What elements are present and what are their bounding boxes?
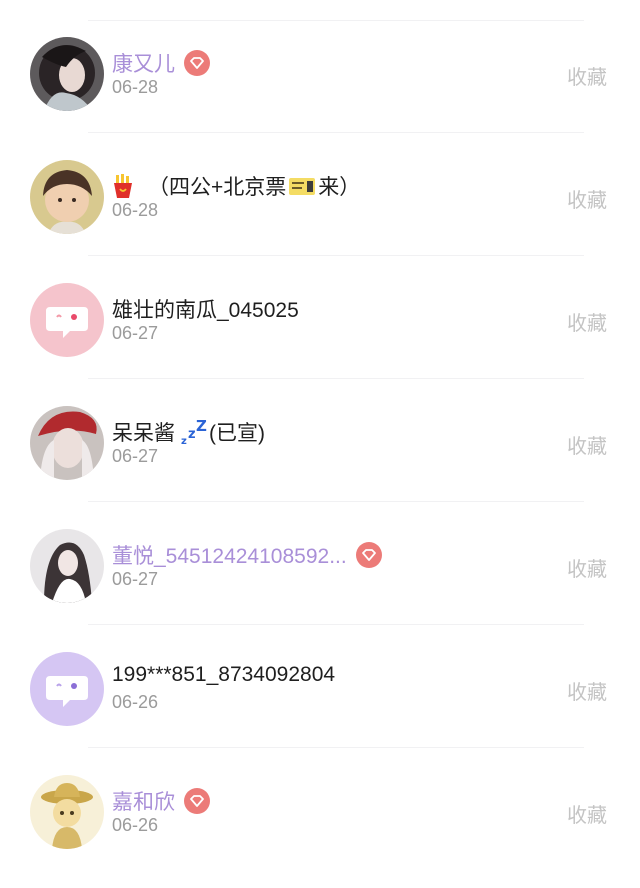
user-name[interactable]: 呆呆酱 z z Z (已宣) (112, 417, 265, 447)
list-item[interactable]: （四公+北京票 来） 06-28 收藏 (0, 133, 640, 256)
list-item[interactable]: 雄壮的南瓜_045025 06-27 收藏 (0, 256, 640, 379)
list-item[interactable]: 董悦_54512424108592... 06-27 收藏 (0, 502, 640, 625)
avatar[interactable] (30, 775, 104, 849)
user-name[interactable]: 康又儿 (112, 48, 210, 78)
user-name-text: （四公+北京票 (148, 176, 287, 199)
user-name-text: 董悦_54512424108592... (112, 545, 347, 568)
favorites-list: 康又儿 06-28 收藏 （四公+北京票 来） 06-28 收藏 雄壮的南瓜_0… (0, 10, 640, 888)
collect-button[interactable]: 收藏 (567, 184, 607, 213)
date: 06-27 (112, 446, 159, 466)
vip-diamond-icon (355, 542, 382, 568)
user-name-suffix: (已宣) (209, 422, 265, 445)
user-name-text: 呆呆酱 (112, 422, 175, 445)
fries-icon (114, 174, 132, 198)
collect-button[interactable]: 收藏 (567, 553, 607, 582)
user-name[interactable]: 嘉和欣 (112, 786, 210, 816)
user-name[interactable]: 雄壮的南瓜_045025 (112, 294, 299, 324)
list-item[interactable]: 呆呆酱 z z Z (已宣) 06-27 收藏 (0, 379, 640, 502)
avatar[interactable] (30, 283, 104, 357)
avatar[interactable] (30, 37, 104, 111)
date: 06-27 (112, 323, 159, 343)
user-name-text: 康又儿 (112, 53, 175, 76)
date: 06-28 (112, 77, 159, 97)
collect-button[interactable]: 收藏 (567, 676, 607, 705)
zzz-icon: z z Z (181, 419, 207, 445)
date: 06-26 (112, 692, 159, 712)
date: 06-26 (112, 815, 159, 835)
date: 06-28 (112, 200, 159, 220)
list-item[interactable]: 199***851_8734092804 06-26 收藏 (0, 625, 640, 748)
avatar[interactable] (30, 160, 104, 234)
user-name-text: 嘉和欣 (112, 791, 175, 814)
avatar[interactable] (30, 652, 104, 726)
date: 06-27 (112, 569, 159, 589)
user-name-suffix: 来） (318, 176, 361, 199)
collect-button[interactable]: 收藏 (567, 799, 607, 828)
avatar[interactable] (30, 406, 104, 480)
svg-text:z: z (181, 436, 187, 445)
svg-text:Z: Z (196, 419, 207, 435)
list-item[interactable]: 康又儿 06-28 收藏 (0, 10, 640, 133)
user-name-text: 雄壮的南瓜_045025 (112, 299, 299, 322)
ticket-icon (289, 177, 316, 195)
user-name[interactable]: 董悦_54512424108592... (112, 540, 382, 570)
list-item[interactable]: 嘉和欣 06-26 收藏 (0, 748, 640, 871)
user-name-text: 199***851_8734092804 (112, 663, 336, 686)
avatar[interactable] (30, 529, 104, 603)
svg-text:z: z (188, 427, 196, 442)
user-name[interactable]: 199***851_8734092804 (112, 663, 335, 687)
collect-button[interactable]: 收藏 (567, 307, 607, 336)
vip-diamond-icon (184, 50, 210, 76)
collect-button[interactable]: 收藏 (567, 61, 607, 90)
vip-diamond-icon (184, 788, 210, 814)
collect-button[interactable]: 收藏 (567, 430, 607, 459)
user-name[interactable]: （四公+北京票 来） (112, 171, 360, 201)
